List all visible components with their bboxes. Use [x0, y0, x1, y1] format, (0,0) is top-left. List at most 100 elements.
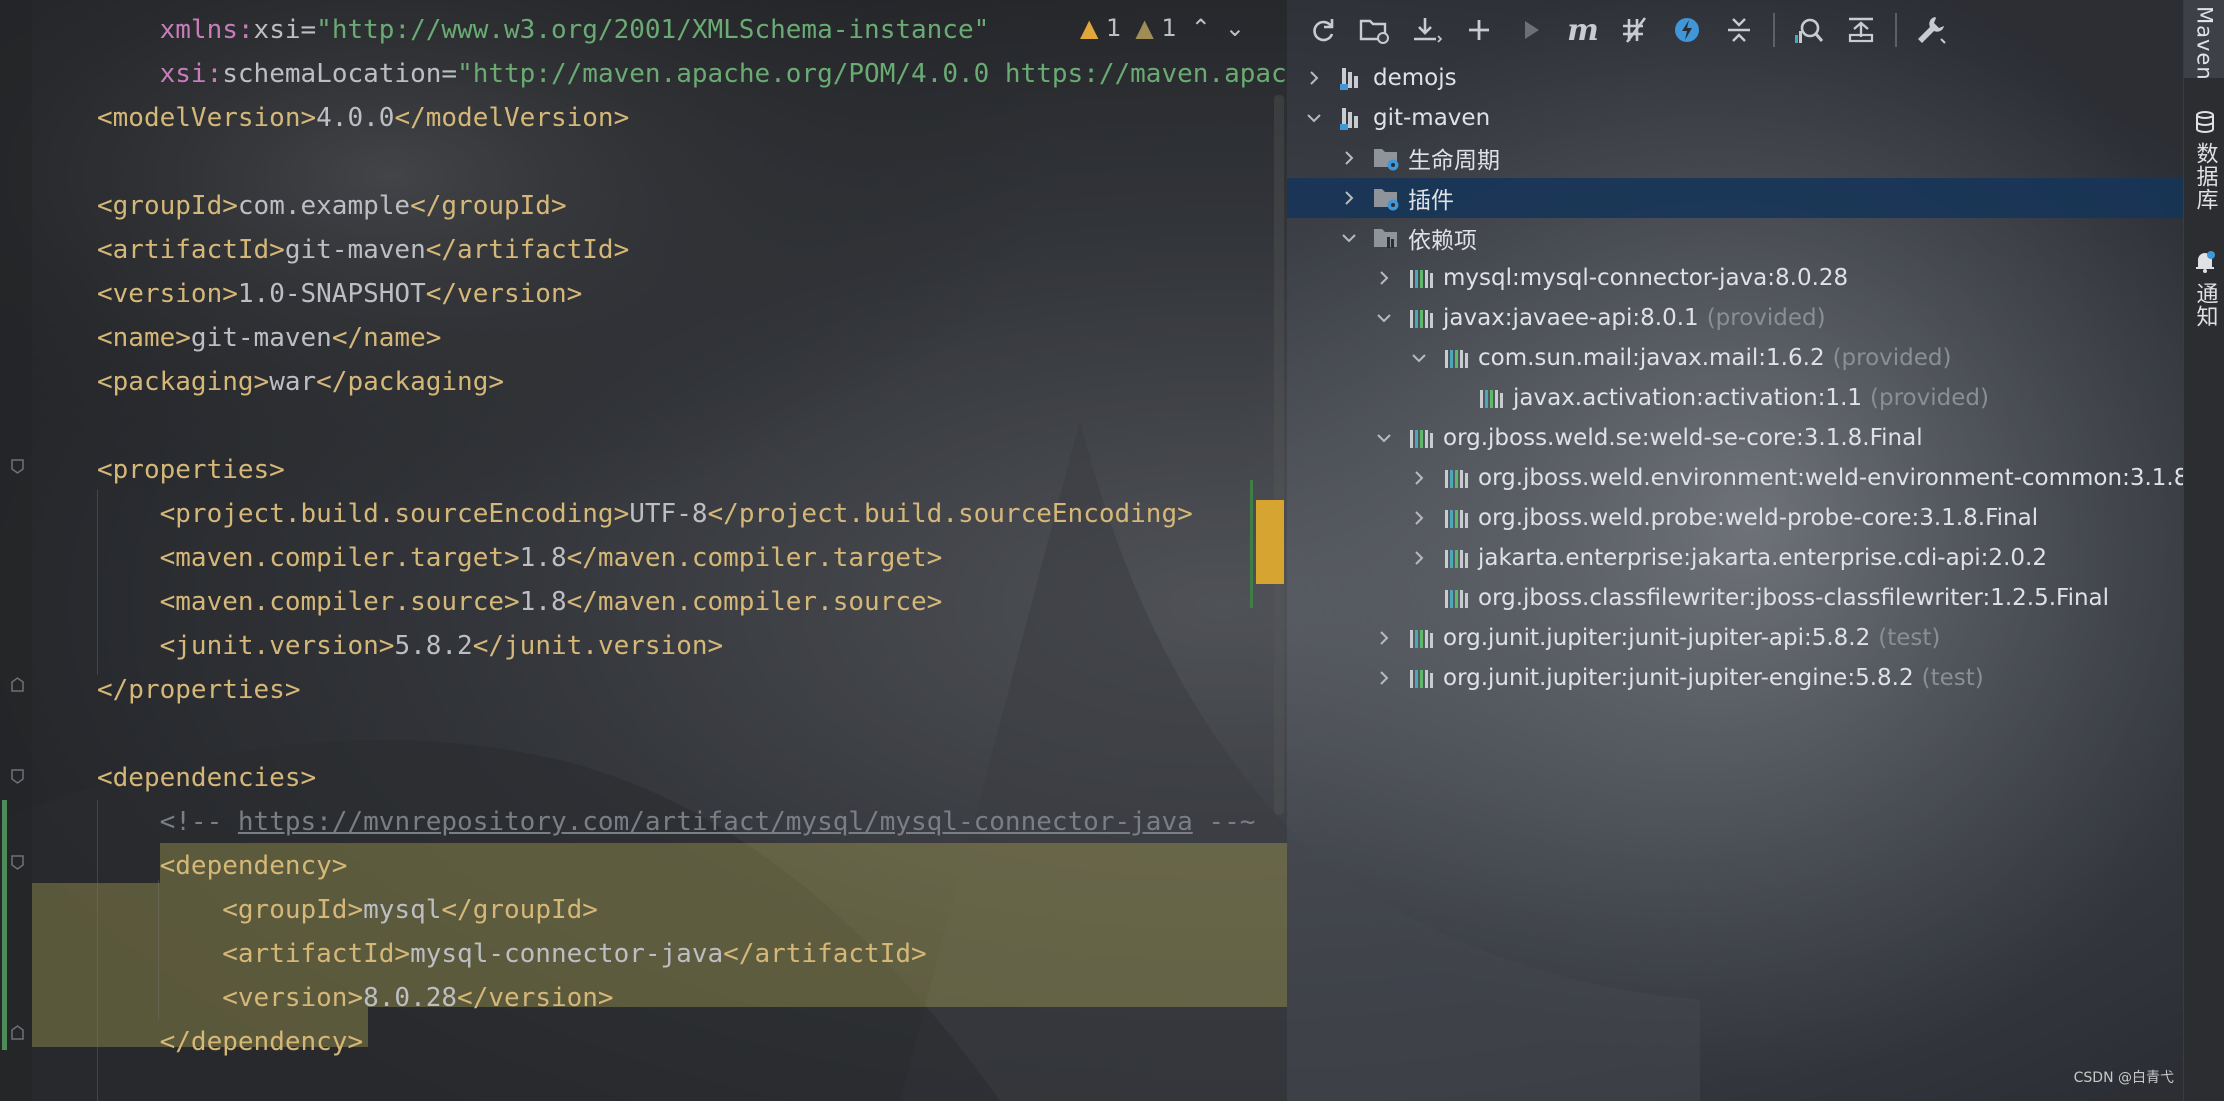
fold-close-icon[interactable]	[11, 1025, 24, 1040]
tree-node[interactable]: jakarta.enterprise:jakarta.enterprise.cd…	[1287, 538, 2183, 578]
collapse-icon[interactable]	[1715, 6, 1763, 54]
tree-node[interactable]: javax:javaee-api:8.0.1 (provided)	[1287, 298, 2183, 338]
previous-highlight-icon[interactable]: ⌃	[1191, 14, 1211, 42]
tree-node[interactable]: org.jboss.weld.environment:weld-environm…	[1287, 458, 2183, 498]
fold-open-icon[interactable]	[11, 769, 24, 784]
tree-node[interactable]: git-maven	[1287, 98, 2183, 138]
code-token: --~	[1192, 807, 1256, 837]
code-line: <groupId>mysql</groupId>	[97, 890, 598, 930]
code-token: mysql	[363, 895, 442, 925]
notifications-tool-label: 通知	[2192, 282, 2218, 328]
tree-node[interactable]: 插件	[1287, 178, 2183, 218]
tree-node[interactable]: org.jboss.weld.se:weld-se-core:3.1.8.Fin…	[1287, 418, 2183, 458]
reload-icon[interactable]	[1299, 6, 1347, 54]
add-icon[interactable]	[1455, 6, 1503, 54]
folder-gear-icon	[1374, 149, 1399, 171]
warning-indicator[interactable]: ▲ 1	[1080, 14, 1121, 42]
chevron-right-icon[interactable]	[1406, 545, 1432, 571]
tree-node[interactable]: demojs	[1287, 58, 2183, 98]
chevron-down-icon[interactable]	[1301, 105, 1327, 131]
dependency-scope: (test)	[1878, 625, 1941, 651]
library-icon	[1480, 390, 1503, 408]
maven-execute-icon[interactable]: m	[1559, 6, 1607, 54]
chevron-right-icon[interactable]	[1406, 465, 1432, 491]
maven-module-icon	[1340, 68, 1358, 90]
code-line: <dependency>	[97, 846, 348, 886]
tree-node-label: 生命周期	[1408, 148, 1500, 174]
weak-warning-indicator[interactable]: ▲ 1	[1135, 14, 1176, 42]
database-tool-button[interactable]: 数据库	[2184, 110, 2224, 211]
code-line: <maven.compiler.target>1.8</maven.compil…	[97, 538, 943, 578]
code-token: </maven.compiler.target>	[566, 543, 943, 573]
tree-node[interactable]: mysql:mysql-connector-java:8.0.28	[1287, 258, 2183, 298]
library-icon	[1410, 310, 1433, 328]
fold-open-icon[interactable]	[11, 459, 24, 474]
chevron-down-icon[interactable]	[1371, 305, 1397, 331]
code-editor[interactable]: xmlns:xsi="http://www.w3.org/2001/XMLSch…	[0, 0, 1287, 1101]
weak-warning-icon: ▲	[1135, 14, 1154, 42]
library-icon	[1410, 270, 1433, 288]
chevron-down-icon[interactable]	[1406, 345, 1432, 371]
tree-node[interactable]: org.junit.jupiter:junit-jupiter-engine:5…	[1287, 658, 2183, 698]
code-line: <junit.version>5.8.2</junit.version>	[97, 626, 724, 666]
tree-node-label: mysql:mysql-connector-java:8.0.28	[1443, 265, 1849, 291]
library-icon	[1445, 550, 1468, 568]
download-icon[interactable]	[1403, 6, 1451, 54]
maven-tool-window[interactable]: m demojs git-maven 生命周期插件 依赖项 mysql:mysql-co…	[1287, 0, 2183, 1101]
chevron-right-icon[interactable]	[1336, 185, 1362, 211]
notifications-tool-button[interactable]: 通知	[2184, 250, 2224, 328]
chevron-right-icon[interactable]	[1371, 625, 1397, 651]
code-token: </junit.version>	[472, 631, 724, 661]
code-token: </name>	[331, 323, 442, 353]
next-highlight-icon[interactable]: ⌄	[1225, 14, 1245, 42]
tree-node[interactable]: javax.activation:activation:1.1 (provided…	[1287, 378, 2183, 418]
chevron-right-icon[interactable]	[1371, 265, 1397, 291]
scrollbar-warning-marker[interactable]	[1256, 500, 1284, 584]
expand-all-icon[interactable]	[1837, 6, 1885, 54]
vcs-change-marker	[2, 800, 7, 1050]
fold-close-icon[interactable]	[11, 677, 24, 692]
tree-node[interactable]: org.junit.jupiter:junit-jupiter-api:5.8.…	[1287, 618, 2183, 658]
code-token: <junit.version>	[159, 631, 395, 661]
reimport-folder-icon[interactable]	[1351, 6, 1399, 54]
maven-tool-button[interactable]: Maven	[2184, 0, 2224, 81]
chevron-right-icon[interactable]	[1406, 505, 1432, 531]
tree-node[interactable]: com.sun.mail:javax.mail:1.6.2 (provided)	[1287, 338, 2183, 378]
code-token: </maven.compiler.source>	[566, 587, 943, 617]
show-dependencies-icon[interactable]	[1785, 6, 1833, 54]
tree-node[interactable]: org.jboss.classfilewriter:jboss-classfil…	[1287, 578, 2183, 618]
toggle-offline-icon[interactable]	[1611, 6, 1659, 54]
tree-node-label: org.jboss.classfilewriter:jboss-classfil…	[1478, 585, 2110, 611]
maven-toolbar: m	[1287, 0, 2183, 60]
code-token: "http://www.w3.org/2001/XMLSchema-instan…	[316, 15, 990, 45]
chevron-down-icon[interactable]	[1371, 425, 1397, 451]
code-token: 1.0-SNAPSHOT	[237, 279, 426, 309]
code-token: <version>	[97, 279, 238, 309]
code-token: <artifactId>	[97, 235, 285, 265]
code-token: xmlns:	[159, 15, 254, 45]
chevron-right-icon[interactable]	[1371, 665, 1397, 691]
comment-link[interactable]: https://mvnrepository.com/artifact/mysql…	[238, 807, 1193, 837]
tree-node[interactable]: 生命周期	[1287, 138, 2183, 178]
code-token: <project.build.sourceEncoding>	[159, 499, 630, 529]
settings-wrench-icon[interactable]	[1907, 6, 1955, 54]
inspection-widget[interactable]: ▲ 1 ▲ 1 ⌃ ⌄	[1080, 8, 1245, 48]
library-icon	[1410, 670, 1433, 688]
chevron-right-icon[interactable]	[1336, 145, 1362, 171]
library-icon	[1445, 350, 1468, 368]
run-icon[interactable]	[1507, 6, 1555, 54]
tree-node-label: com.sun.mail:javax.mail:1.6.2	[1478, 345, 1825, 371]
tree-node-label: javax:javaee-api:8.0.1	[1443, 305, 1699, 331]
chevron-down-icon[interactable]	[1336, 225, 1362, 251]
code-token: <artifactId>	[222, 939, 411, 969]
tree-node[interactable]: 依赖项	[1287, 218, 2183, 258]
code-token: UTF-8	[629, 499, 708, 529]
tree-node[interactable]: org.jboss.weld.probe:weld-probe-core:3.1…	[1287, 498, 2183, 538]
code-token: 8.0.28	[363, 983, 458, 1013]
fold-open-icon[interactable]	[11, 855, 24, 870]
code-token: 1.8	[519, 543, 567, 573]
skip-tests-icon[interactable]	[1663, 6, 1711, 54]
chevron-right-icon[interactable]	[1301, 65, 1327, 91]
editor-scrollbar[interactable]	[1274, 95, 1284, 815]
